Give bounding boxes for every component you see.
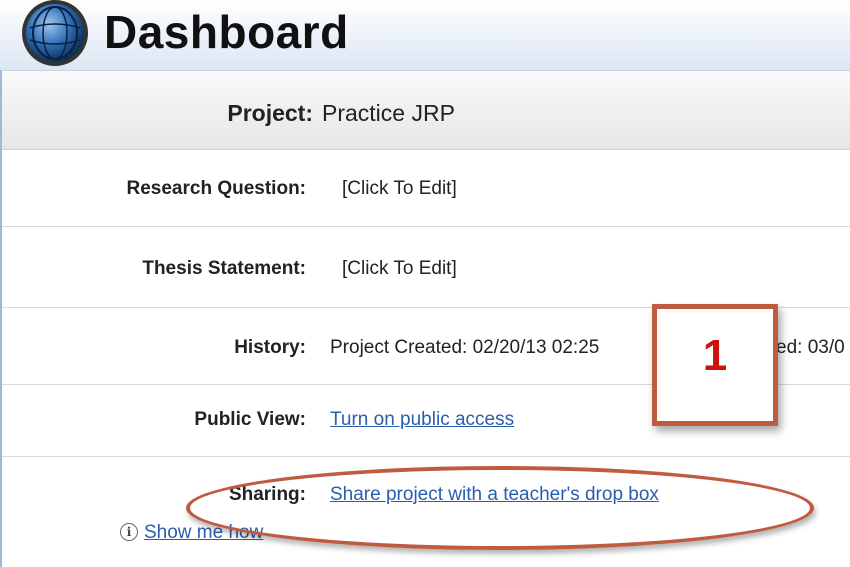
research-question-label: Research Question:: [126, 178, 307, 199]
research-question-edit[interactable]: [Click To Edit]: [342, 178, 457, 200]
history-label: History:: [234, 337, 306, 358]
project-name: Practice JRP: [322, 100, 455, 126]
public-access-link[interactable]: Turn on public access: [330, 409, 514, 431]
annotation-oval: [186, 466, 814, 550]
page-title: Dashboard: [104, 6, 349, 58]
history-value: Project Created: 02/20/13 02:25: [330, 337, 600, 358]
row-divider: [2, 456, 850, 457]
history-value-tail: ed: 03/0: [776, 337, 845, 358]
row-divider: [2, 226, 850, 227]
thesis-statement-label: Thesis Statement:: [142, 258, 306, 279]
info-icon: i: [120, 523, 138, 541]
annotation-number: 1: [702, 331, 728, 380]
globe-logo-icon: [22, 0, 88, 66]
project-label: Project:: [227, 100, 313, 126]
dashboard-header: Dashboard: [0, 0, 850, 70]
annotation-callout: 1: [652, 304, 778, 426]
thesis-statement-edit[interactable]: [Click To Edit]: [342, 258, 457, 280]
public-view-label: Public View:: [194, 409, 306, 430]
